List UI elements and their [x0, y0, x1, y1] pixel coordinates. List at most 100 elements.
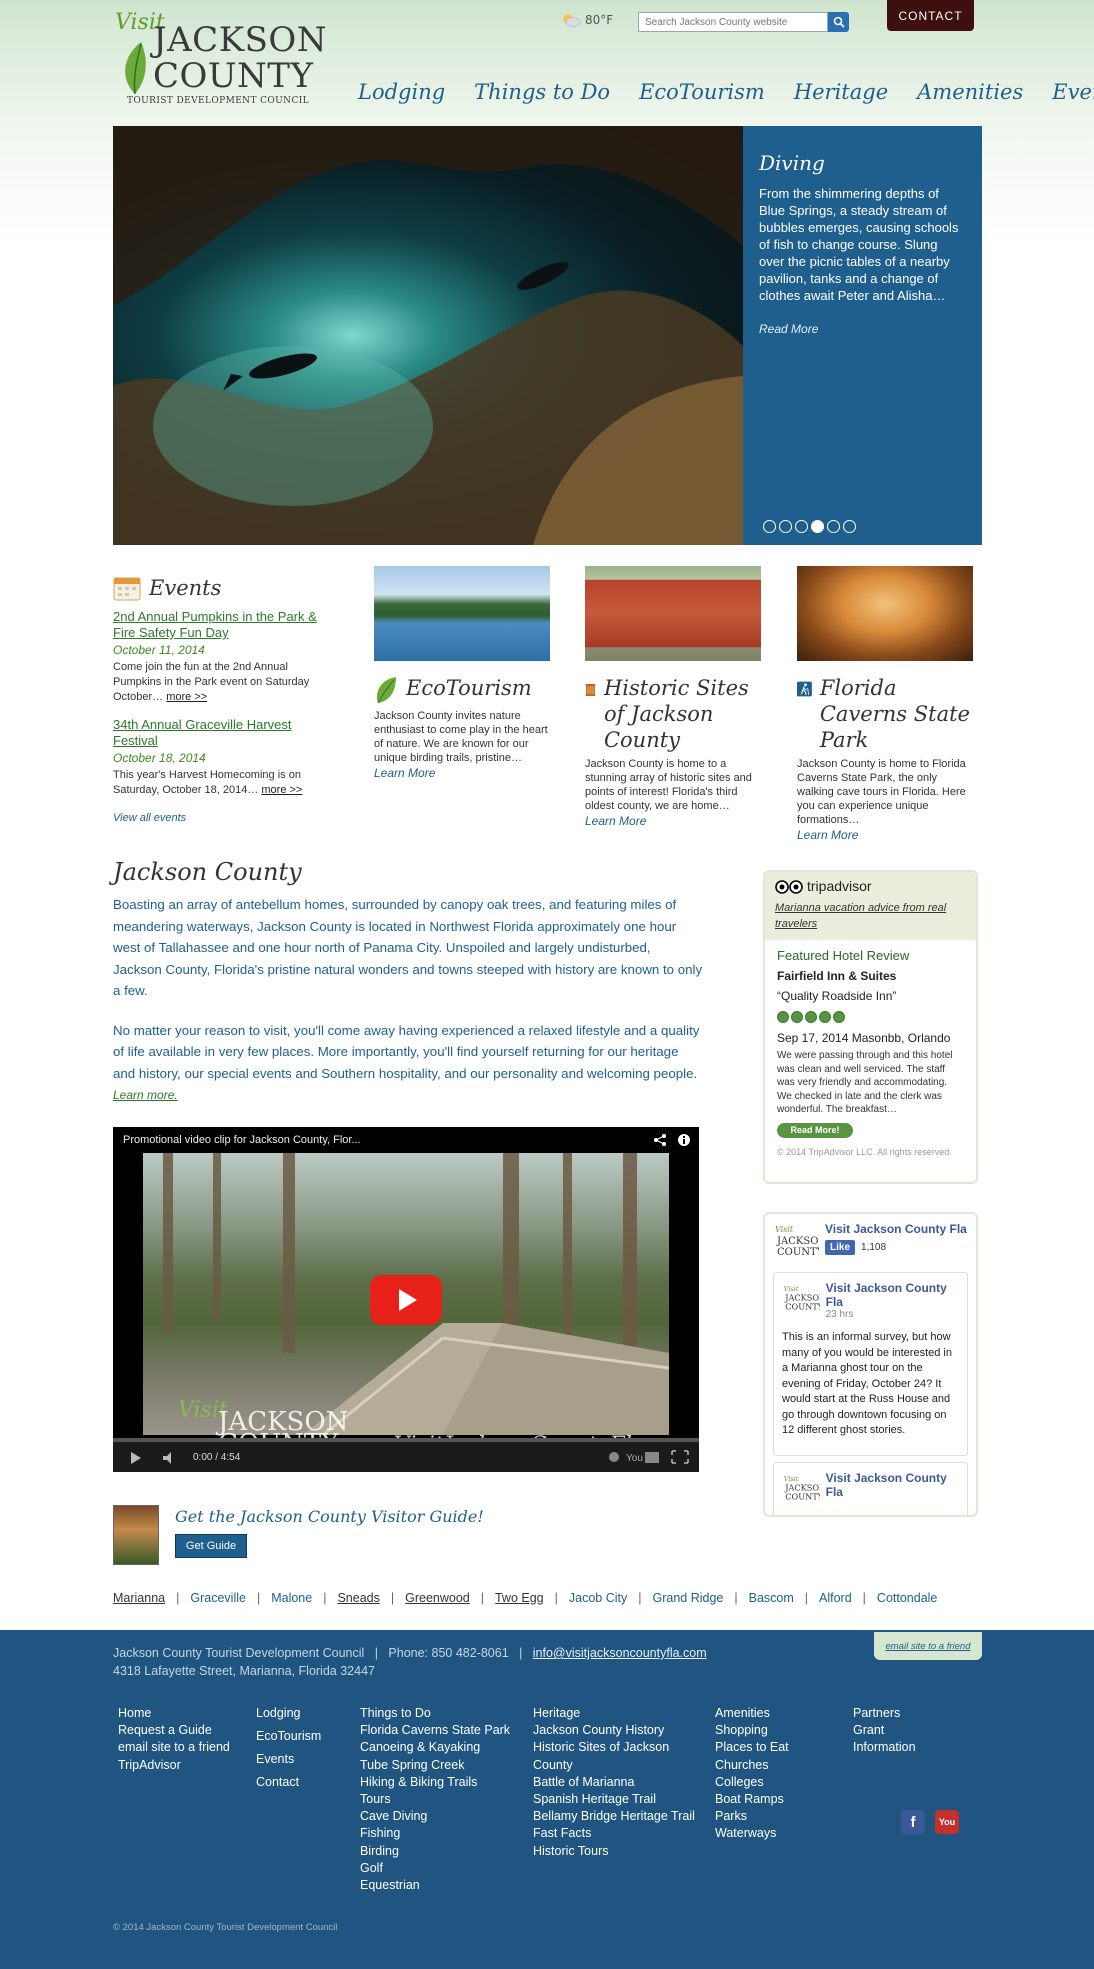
share-info-icons[interactable]	[653, 1133, 693, 1147]
slide-dot-4[interactable]	[811, 520, 824, 533]
footer-link[interactable]: Cave Diving	[360, 1808, 510, 1825]
post-time[interactable]: 23 hrs	[826, 1309, 959, 1320]
about-learn-more-link[interactable]: Learn more.	[113, 1088, 178, 1102]
post-avatar[interactable]: Visit JACKSON COUNTY	[782, 1281, 820, 1317]
contact-button[interactable]: CONTACT	[887, 0, 974, 31]
event-more-link[interactable]: more >>	[261, 784, 302, 796]
footer-link[interactable]: Heritage	[533, 1705, 695, 1722]
post-avatar[interactable]: Visit JACKSON COUNTY	[782, 1471, 820, 1507]
search-input[interactable]	[638, 12, 828, 32]
slide-dot-3[interactable]	[795, 520, 808, 533]
town-link[interactable]: Alford	[819, 1591, 852, 1605]
town-link[interactable]: Jacob City	[569, 1591, 627, 1605]
footer-link[interactable]: Spanish Heritage Trail	[533, 1791, 695, 1808]
footer-link[interactable]: County	[533, 1757, 695, 1774]
footer-link[interactable]: Battle of Marianna	[533, 1774, 695, 1791]
footer-link[interactable]: Contact	[256, 1771, 321, 1794]
footer-link[interactable]: Golf	[360, 1860, 510, 1877]
play-button[interactable]	[370, 1275, 442, 1325]
facebook-icon[interactable]: f	[901, 1810, 925, 1834]
hero-read-more-link[interactable]: Read More	[759, 322, 966, 336]
feature-image-battle-marker[interactable]	[585, 566, 761, 661]
footer-link[interactable]: Shopping	[715, 1722, 789, 1739]
tripadvisor-advice-link[interactable]: Marianna vacation advice from real trave…	[775, 900, 966, 932]
nav-lodging[interactable]: Lodging	[358, 80, 445, 104]
footer-link[interactable]: Bellamy Bridge Heritage Trail	[533, 1808, 695, 1825]
feature-learn-more-link[interactable]: Learn More	[797, 828, 973, 842]
town-link[interactable]: Sneads	[337, 1591, 379, 1605]
footer-email-link[interactable]: info@visitjacksoncountyfla.com	[533, 1646, 707, 1660]
footer-link[interactable]: Historic Tours	[533, 1843, 695, 1860]
footer-link[interactable]: Events	[256, 1748, 321, 1771]
footer-link[interactable]: EcoTourism	[256, 1725, 321, 1748]
email-site-to-friend-tab[interactable]: email site to a friend	[874, 1632, 982, 1660]
site-logo[interactable]: Visit JACKSON COUNTY TOURIST DEVELOPMENT…	[113, 10, 327, 106]
footer-link[interactable]: Churches	[715, 1757, 789, 1774]
town-link[interactable]: Two Egg	[495, 1591, 544, 1605]
footer-link[interactable]: Hiking & Biking Trails	[360, 1774, 510, 1791]
footer-link[interactable]: Parks	[715, 1808, 789, 1825]
footer-link[interactable]: Historic Sites of Jackson	[533, 1739, 695, 1756]
facebook-page-name[interactable]: Visit Jackson County Fla	[825, 1222, 967, 1236]
footer-link[interactable]: Things to Do	[360, 1705, 510, 1722]
footer-link[interactable]: Request a Guide	[118, 1722, 230, 1739]
footer-link[interactable]: Places to Eat	[715, 1739, 789, 1756]
town-link[interactable]: Greenwood	[405, 1591, 470, 1605]
footer-link[interactable]: email site to a friend	[118, 1739, 230, 1756]
footer-link[interactable]: Tours	[360, 1791, 510, 1808]
footer-link[interactable]: Partners	[853, 1705, 916, 1722]
footer-link[interactable]: Equestrian	[360, 1877, 510, 1894]
town-link[interactable]: Marianna	[113, 1591, 165, 1605]
footer-link[interactable]: TripAdvisor	[118, 1757, 230, 1774]
slide-dot-2[interactable]	[779, 520, 792, 533]
footer-link[interactable]: Information	[853, 1739, 916, 1756]
footer-link[interactable]: Waterways	[715, 1825, 789, 1842]
town-link[interactable]: Bascom	[749, 1591, 794, 1605]
post-author[interactable]: Visit Jackson County Fla	[826, 1281, 959, 1309]
nav-ecotourism[interactable]: EcoTourism	[639, 80, 765, 104]
review-read-more-button[interactable]: Read More!	[777, 1122, 853, 1138]
footer-link[interactable]: Birding	[360, 1843, 510, 1860]
footer-link[interactable]: Fast Facts	[533, 1825, 695, 1842]
footer-link[interactable]: Grant	[853, 1722, 916, 1739]
footer-link[interactable]: Colleges	[715, 1774, 789, 1791]
slide-dot-5[interactable]	[827, 520, 840, 533]
footer-link[interactable]: Canoeing & Kayaking	[360, 1739, 510, 1756]
footer-link[interactable]: Home	[118, 1705, 230, 1722]
video-progress-bar[interactable]	[113, 1438, 699, 1442]
town-link[interactable]: Graceville	[190, 1591, 246, 1605]
town-link[interactable]: Cottondale	[877, 1591, 937, 1605]
tripadvisor-logo[interactable]: tripadvisor	[775, 878, 966, 894]
feature-image-caverns[interactable]	[797, 566, 973, 661]
event-more-link[interactable]: more >>	[166, 691, 207, 703]
footer-link[interactable]: Boat Ramps	[715, 1791, 789, 1808]
post-author[interactable]: Visit Jackson County Fla	[826, 1471, 959, 1507]
facebook-like-button[interactable]: Like	[825, 1240, 856, 1255]
view-all-events-link[interactable]: View all events	[113, 812, 328, 824]
slide-dot-6[interactable]	[843, 520, 856, 533]
nav-amenities[interactable]: Amenities	[917, 80, 1023, 104]
event-title-link[interactable]: 2nd Annual Pumpkins in the Park & Fire S…	[113, 609, 328, 641]
video-controls[interactable]: 0:00 / 4:54 You	[113, 1438, 699, 1472]
youtube-fullscreen-icons[interactable]: You	[608, 1450, 690, 1464]
feature-image-springs[interactable]	[374, 566, 550, 661]
nav-events[interactable]: Events	[1052, 80, 1094, 104]
hero-image-cave-diving[interactable]	[113, 126, 743, 545]
get-guide-button[interactable]: Get Guide	[175, 1534, 247, 1558]
play-volume-icons[interactable]	[131, 1452, 191, 1464]
nav-heritage[interactable]: Heritage	[794, 80, 888, 104]
footer-link[interactable]: Lodging	[256, 1702, 321, 1725]
footer-link[interactable]: Florida Caverns State Park	[360, 1722, 510, 1739]
town-link[interactable]: Grand Ridge	[652, 1591, 723, 1605]
footer-link[interactable]: Amenities	[715, 1705, 789, 1722]
footer-link[interactable]: Tube Spring Creek	[360, 1757, 510, 1774]
slide-dot-1[interactable]	[763, 520, 776, 533]
video-title[interactable]: Promotional video clip for Jackson Count…	[123, 1134, 361, 1146]
event-title-link[interactable]: 34th Annual Graceville Harvest Festival	[113, 717, 328, 749]
visitor-guide-cover[interactable]	[113, 1505, 159, 1565]
review-hotel-name[interactable]: Fairfield Inn & Suites	[777, 969, 964, 983]
facebook-page-avatar[interactable]: Visit JACKSON COUNTY	[773, 1222, 827, 1262]
town-link[interactable]: Malone	[271, 1591, 312, 1605]
video-player[interactable]: Visit JACKSONCOUNTY www.VisitJacksonCoun…	[113, 1127, 699, 1472]
search-button[interactable]	[828, 12, 849, 32]
